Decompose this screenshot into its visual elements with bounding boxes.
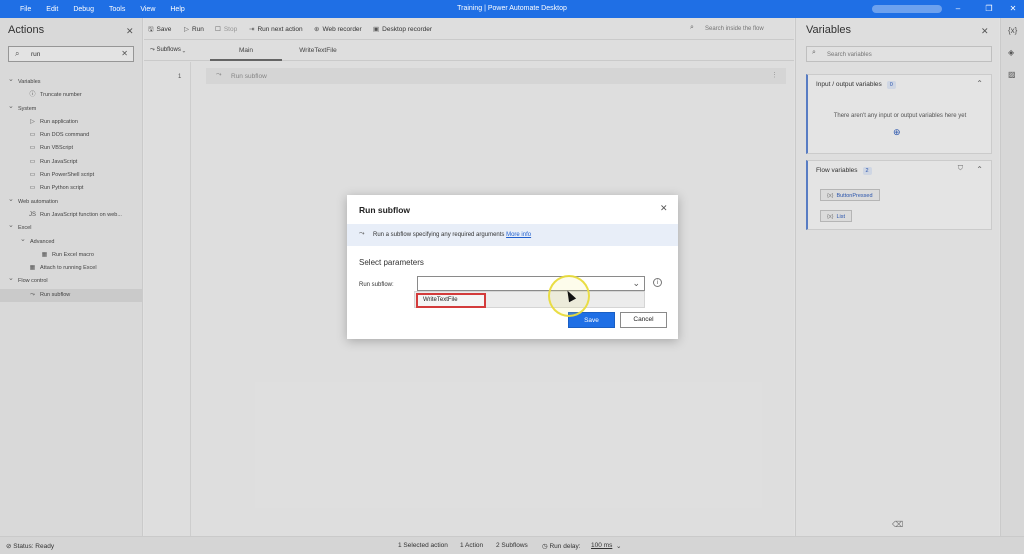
run-subflow-dialog: Run subflow ✕ ⤳ Run a subflow specifying…: [347, 195, 678, 339]
title-bar: File Edit Debug Tools View Help Training…: [0, 0, 1024, 18]
dropdown-option-writetextfile[interactable]: WriteTextFile: [416, 293, 486, 308]
close-icon[interactable]: ✕: [660, 203, 668, 214]
subflow-dropdown-list: WriteTextFile: [414, 291, 645, 308]
section-heading: Select parameters: [359, 258, 424, 267]
more-info-link[interactable]: More info: [506, 232, 531, 238]
chevron-down-icon[interactable]: ⌄: [632, 278, 640, 289]
info-text: Run a subflow specifying any required ar…: [373, 232, 505, 238]
dialog-title: Run subflow: [359, 205, 410, 215]
window-title: Training | Power Automate Desktop: [457, 5, 567, 12]
run-subflow-field-label: Run subflow:: [359, 282, 394, 288]
run-subflow-select[interactable]: ⌄: [417, 276, 645, 291]
close-window-button[interactable]: ✕: [1006, 2, 1020, 16]
restore-button[interactable]: ❐: [982, 2, 996, 16]
subflow-icon: ⤳: [359, 230, 365, 237]
account-indicator[interactable]: [872, 5, 942, 13]
info-icon[interactable]: i: [653, 278, 662, 287]
cancel-button[interactable]: Cancel: [620, 312, 667, 328]
minimize-button[interactable]: –: [951, 2, 965, 16]
info-banner: ⤳ Run a subflow specifying any required …: [347, 224, 678, 246]
info-text-line: Run a subflow specifying any required ar…: [373, 232, 531, 238]
